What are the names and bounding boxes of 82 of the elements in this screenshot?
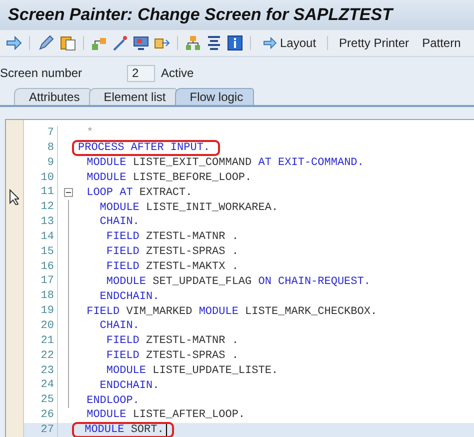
hierarchy-icon[interactable] (185, 35, 201, 51)
mouse-pointer-icon (9, 189, 19, 205)
code-token: ZTESTL-SPRAS . (145, 246, 238, 258)
code-token: FIELD (105, 335, 140, 348)
code-token: MODULE (98, 202, 140, 214)
line-number: 19 (24, 304, 58, 319)
window-title: Screen Painter: Change Screen for SAPLZTEST (8, 5, 392, 25)
code-token: MODULE (84, 424, 124, 436)
code-token: SET_UPDATE_FLAG (152, 276, 253, 288)
code-token: SORT. (130, 424, 164, 436)
arrow-right-icon[interactable] (6, 36, 22, 50)
tab[interactable]: Element list (88, 88, 177, 105)
code-token: LISTE_INIT_WORKAREA. (145, 202, 278, 214)
collapse-icon[interactable] (64, 188, 72, 198)
code-token: FIELD (105, 350, 140, 362)
code-token: LISTE_BEFORE_LOOP. (132, 172, 252, 184)
code-token: AT EXIT-COMMAND. (258, 157, 364, 170)
code-token: CHAIN. (98, 320, 140, 332)
tab[interactable]: Attributes (14, 88, 91, 105)
code-token: LISTE_AFTER_LOOP. (132, 409, 246, 422)
line-number: 24 (24, 378, 58, 394)
code-token: VIM_MARKED (125, 306, 194, 318)
clipboard-icon[interactable] (60, 35, 76, 51)
line-number: 7 (24, 126, 58, 141)
tab[interactable]: Flow logic (174, 88, 254, 105)
line-number: 9 (24, 156, 58, 171)
code-token: MODULE (86, 409, 126, 422)
screen-icon[interactable] (133, 35, 149, 51)
code-token: FIELD (86, 306, 120, 318)
toolbar-button[interactable]: Pattern (418, 36, 465, 50)
code-token: FIELD (105, 246, 140, 258)
code-token: ZTESTL-MATNR . (145, 335, 238, 348)
align-icon[interactable] (206, 35, 222, 51)
code-token: MODULE (105, 364, 146, 377)
code-token: PROCESS AFTER INPUT. (78, 142, 210, 154)
pencil-icon[interactable] (37, 35, 55, 51)
code-token: FIELD (105, 261, 140, 274)
code-token: ZTESTL-MATNR . (145, 231, 238, 244)
line-number: 13 (24, 215, 58, 230)
arrow-right-icon (262, 37, 278, 49)
code-token: ZTESTL-MAKTX . (145, 261, 238, 274)
code-token: ENDLOOP. (86, 394, 140, 407)
line-number: 20 (24, 318, 58, 334)
code-token: ON CHAIN-REQUEST. (258, 276, 370, 288)
screen-number-field[interactable]: 2 (127, 64, 155, 82)
code-token: ENDCHAIN. (98, 380, 160, 392)
line-number: 27 (24, 422, 58, 437)
code-token: MODULE (198, 306, 238, 318)
info-icon[interactable] (227, 35, 243, 51)
code-token: LISTE_UPDATE_LISTE. (152, 364, 278, 377)
line-number: 18 (24, 289, 58, 304)
line-number: 22 (24, 348, 58, 364)
line-number: 10 (24, 170, 58, 186)
code-token: MODULE (86, 172, 126, 184)
line-number: 17 (24, 274, 58, 290)
code-token: LISTE_MARK_CHECKBOX. (244, 306, 378, 318)
code-token: LOOP AT (86, 186, 133, 199)
line-number: 14 (24, 230, 58, 245)
line-number: 23 (24, 364, 58, 378)
code-token: ZTESTL-SPRAS . (145, 350, 238, 362)
field-label: Screen number (0, 66, 84, 80)
line-number: 25 (24, 393, 58, 408)
line-number: 15 (24, 244, 58, 260)
code-token: * (86, 127, 94, 140)
wand-icon[interactable] (112, 35, 128, 51)
code-token: FIELD (105, 231, 140, 244)
code-token: MODULE (105, 276, 146, 288)
text-cursor (166, 424, 167, 436)
line-number: 16 (24, 260, 58, 274)
code-token: LISTE_EXIT_COMMAND (132, 157, 253, 170)
line-number: 12 (24, 200, 58, 216)
code-token: EXTRACT. (138, 186, 192, 199)
toolbar-button[interactable]: Pretty Printer (335, 36, 414, 50)
code-token: CHAIN. (98, 216, 140, 228)
code-token: ENDCHAIN. (98, 290, 160, 303)
line-number: 21 (24, 334, 58, 349)
line-number: 8 (24, 140, 58, 156)
hierarchy-icon[interactable] (91, 35, 107, 51)
toolbar-button[interactable]: Layout (258, 36, 320, 50)
status-text: Active (161, 66, 194, 80)
code-token: MODULE (86, 157, 126, 170)
line-number: 11 (24, 185, 58, 200)
